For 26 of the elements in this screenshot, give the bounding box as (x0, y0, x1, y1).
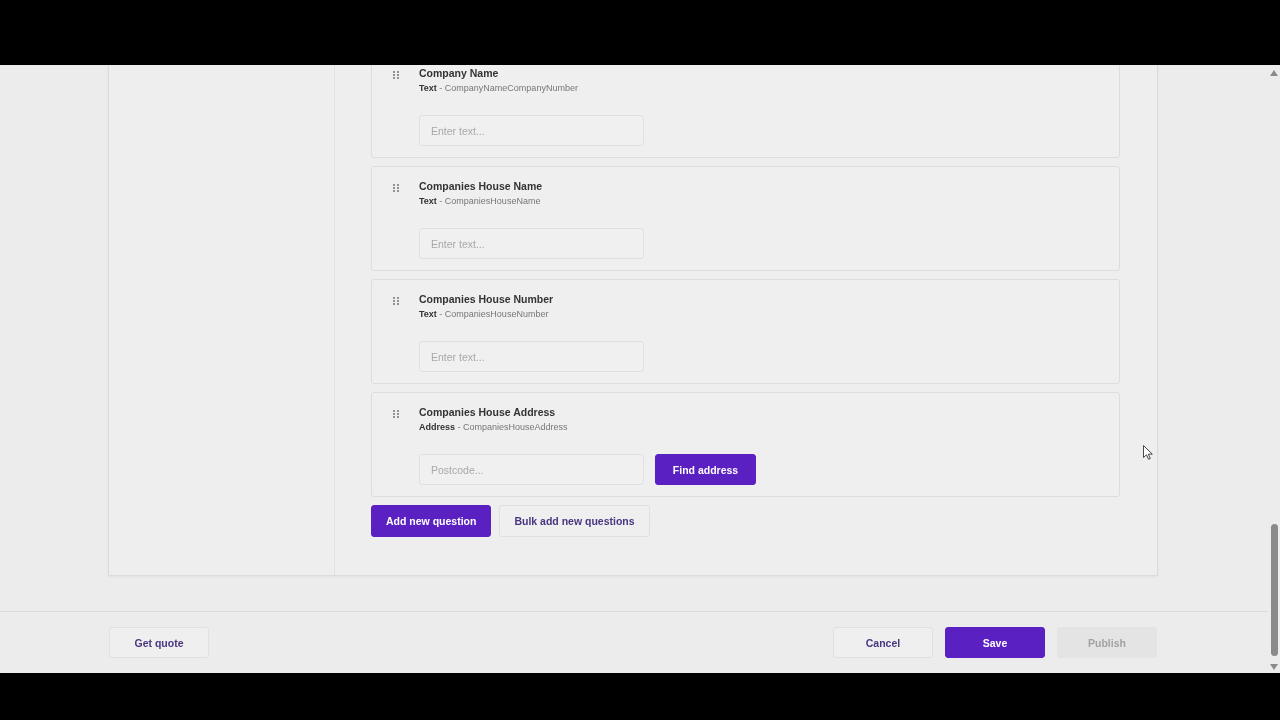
find-address-button[interactable]: Find address (655, 454, 756, 485)
drag-handle-icon[interactable] (392, 297, 399, 305)
question-title: Company Name (419, 66, 499, 81)
text-input[interactable]: Enter text... (419, 341, 644, 372)
drag-handle-icon[interactable] (392, 71, 399, 79)
action-button[interactable]: Save (945, 627, 1045, 658)
cursor-icon (1143, 445, 1153, 460)
question-type: Address - CompaniesHouseAddress (419, 421, 568, 434)
text-input[interactable]: Enter text... (419, 228, 644, 259)
action-button[interactable]: Cancel (833, 627, 933, 658)
action-button[interactable]: Get quote (109, 627, 209, 658)
question-title: Companies House Name (419, 179, 543, 194)
question-type: Text - CompaniesHouseNumber (419, 308, 549, 321)
question-title: Companies House Address (419, 405, 556, 420)
scroll-up-icon[interactable] (1270, 70, 1278, 76)
question-title: Companies House Number (419, 292, 554, 307)
scrollbar-thumb[interactable] (1270, 524, 1278, 656)
drag-handle-icon[interactable] (392, 410, 399, 418)
action-button[interactable]: Bulk add new questions (499, 505, 650, 537)
question-type: Text - CompanyNameCompanyNumber (419, 82, 578, 95)
text-input[interactable]: Postcode... (419, 454, 644, 485)
scroll-down-icon[interactable] (1270, 664, 1278, 670)
action-button[interactable]: Add new question (371, 505, 492, 537)
question-type: Text - CompaniesHouseName (419, 195, 541, 208)
text-input[interactable]: Enter text... (419, 115, 644, 146)
drag-handle-icon[interactable] (392, 184, 399, 192)
